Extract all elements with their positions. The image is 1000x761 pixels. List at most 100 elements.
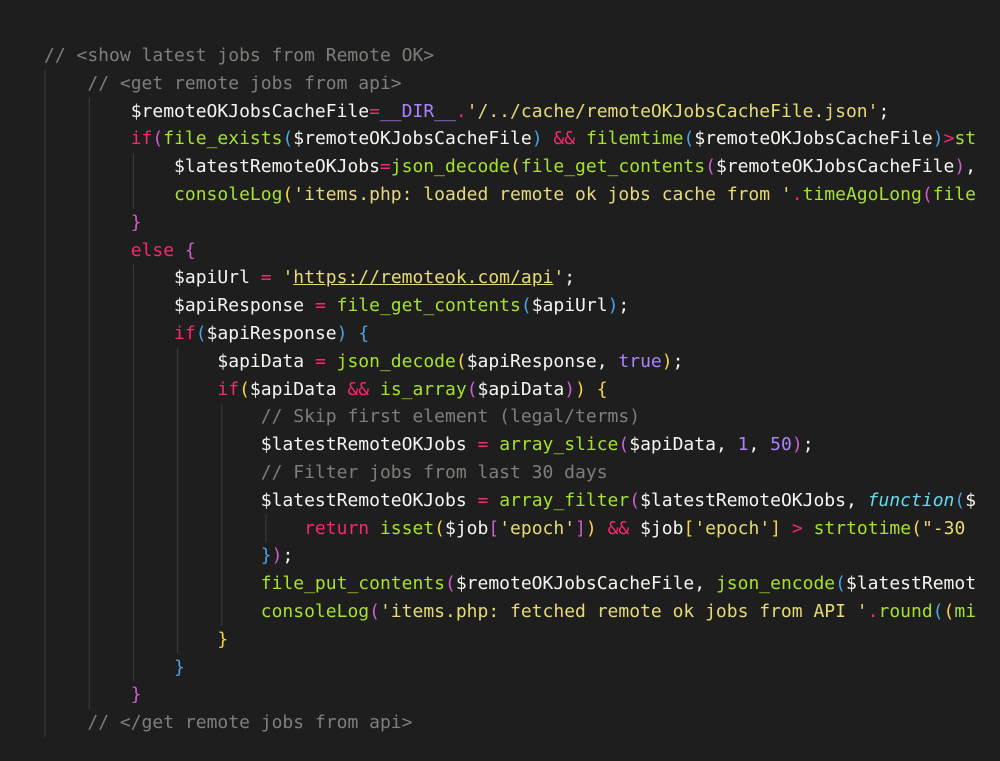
code-line[interactable]: // Skip first element (legal/terms): [44, 403, 976, 431]
code-line[interactable]: }: [44, 681, 976, 709]
code-line[interactable]: file_put_contents($remoteOKJobsCacheFile…: [44, 570, 976, 598]
code-token: ): [607, 295, 619, 317]
code-token: (: [434, 517, 445, 539]
code-token: {: [358, 322, 370, 344]
code-line[interactable]: $latestRemoteOKJobs=json_decode(file_get…: [44, 153, 976, 181]
code-line[interactable]: $remoteOKJobsCacheFile=__DIR__.'/../cach…: [44, 98, 976, 126]
code-token: =: [477, 489, 489, 511]
code-token: .: [791, 183, 803, 205]
code-token: (: [705, 156, 716, 178]
code-token: }: [130, 684, 142, 706]
code-line[interactable]: if($apiData && is_array($apiData)) {: [44, 376, 976, 404]
code-token: if: [130, 128, 153, 150]
code-token: ): [661, 350, 673, 372]
code-token: 'items.php: loaded remote ok jobs cache …: [293, 183, 792, 205]
code-line[interactable]: // </get remote jobs from api>: [44, 709, 976, 737]
code-line[interactable]: $apiData = json_decode($apiResponse, tru…: [44, 348, 976, 376]
code-token: }: [260, 545, 272, 567]
code-line[interactable]: }: [44, 626, 976, 654]
code-token: (: [520, 295, 532, 317]
code-token: (: [239, 378, 250, 400]
code-token: $remoteOKJobsCacheFile: [293, 128, 532, 150]
code-token: >: [943, 128, 955, 150]
code-token: (: [943, 600, 955, 622]
code-line[interactable]: });: [44, 542, 976, 570]
code-line[interactable]: if(file_exists($remoteOKJobsCacheFile) &…: [44, 125, 976, 153]
code-token: else: [130, 239, 175, 261]
code-editor[interactable]: // <show latest jobs from Remote OK> // …: [0, 0, 1000, 761]
code-token: json_encode: [715, 573, 836, 595]
code-token: $apiData: [629, 434, 716, 456]
code-line[interactable]: $latestRemoteOKJobs = array_slice($apiDa…: [44, 431, 976, 459]
code-token: st: [954, 128, 977, 150]
code-token: ): [932, 128, 944, 150]
code-token: {: [184, 239, 196, 261]
code-line[interactable]: }: [44, 209, 976, 237]
code-area[interactable]: // <show latest jobs from Remote OK> // …: [44, 42, 976, 737]
code-token: $remoteOKJobsCacheFile: [715, 156, 955, 178]
code-line[interactable]: $latestRemoteOKJobs = array_filter($late…: [44, 487, 976, 515]
code-token: (: [369, 600, 380, 622]
code-token: round: [878, 600, 933, 622]
code-line[interactable]: }: [44, 654, 976, 682]
code-token: array_filter: [499, 489, 630, 511]
code-token: (: [152, 128, 164, 150]
code-line[interactable]: $apiUrl = 'https://remoteok.com/api';: [44, 264, 976, 292]
code-line[interactable]: return isset($job['epoch']) && $job['epo…: [44, 515, 976, 543]
code-line[interactable]: $apiResponse = file_get_contents($apiUrl…: [44, 292, 976, 320]
code-token: ,: [748, 434, 771, 456]
code-token: ): [531, 128, 554, 150]
code-token: return: [304, 517, 370, 539]
code-token: $apiData: [249, 378, 337, 400]
code-token: ;: [802, 434, 814, 456]
code-token: // </get remote jobs from api>: [87, 712, 413, 734]
code-token: (: [683, 128, 695, 150]
code-token: $apiData: [477, 378, 565, 400]
code-token: ;: [564, 267, 576, 289]
code-line[interactable]: // <get remote jobs from api>: [44, 70, 976, 98]
code-token: (: [921, 183, 933, 205]
code-token: ': [282, 267, 294, 289]
code-line[interactable]: consoleLog('items.php: loaded remote ok …: [44, 181, 976, 209]
code-token: function: [867, 489, 955, 511]
code-token: (: [835, 573, 846, 595]
code-token: $job: [445, 517, 489, 539]
code-line[interactable]: // <show latest jobs from Remote OK>: [44, 42, 976, 70]
code-line[interactable]: if($apiResponse) {: [44, 320, 976, 348]
code-line[interactable]: else {: [44, 237, 976, 265]
code-token: ,: [694, 573, 716, 595]
code-line[interactable]: // Filter jobs from last 30 days: [44, 459, 976, 487]
code-token: &&: [347, 378, 370, 400]
code-token: ): [336, 322, 348, 344]
code-token: array_slice: [499, 434, 619, 456]
code-token: // <show latest jobs from Remote OK>: [44, 45, 435, 66]
code-token: =: [314, 350, 326, 372]
code-token: timeAgoLong: [802, 183, 922, 205]
code-token: (: [282, 183, 294, 205]
code-token: '/../cache/remoteOKJobsCacheFile.json': [466, 100, 879, 122]
code-token: =: [260, 267, 272, 289]
code-token: 'epoch': [694, 517, 771, 539]
code-line[interactable]: consoleLog('items.php: fetched remote ok…: [44, 598, 976, 626]
